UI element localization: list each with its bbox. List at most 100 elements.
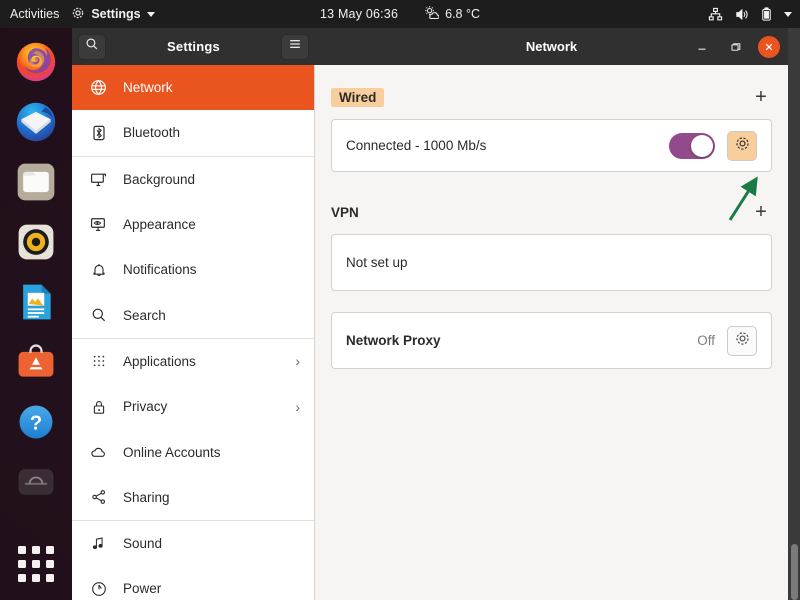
sidebar-item-bluetooth[interactable]: Bluetooth: [72, 110, 314, 155]
close-button[interactable]: [758, 35, 780, 58]
vpn-section-header: VPN +: [331, 200, 772, 224]
network-proxy-label: Network Proxy: [346, 333, 441, 348]
firefox-icon: [16, 42, 56, 82]
search-icon: [90, 307, 107, 324]
sidebar-item-notifications[interactable]: Notifications: [72, 247, 314, 292]
help-icon: ?: [19, 405, 53, 439]
cloud-icon: [90, 444, 107, 461]
dock-item-trash[interactable]: [12, 458, 60, 506]
svg-text:?: ?: [30, 412, 42, 434]
weather-indicator[interactable]: 6.8 °C: [424, 5, 480, 23]
settings-sidebar: Network Bluetooth Background Appearance …: [72, 65, 315, 600]
sidebar-item-background[interactable]: Background: [72, 157, 314, 202]
gear-icon: [734, 135, 751, 157]
system-status-area[interactable]: [708, 0, 792, 28]
sidebar-item-sharing[interactable]: Sharing: [72, 475, 314, 520]
vpn-row[interactable]: Not set up: [331, 234, 772, 291]
clock[interactable]: 13 May 06:36: [320, 7, 398, 21]
network-proxy-row: Network Proxy Off: [331, 312, 772, 369]
dock-item-ubuntu-software[interactable]: [12, 338, 60, 386]
sidebar-item-search[interactable]: Search: [72, 292, 314, 337]
share-icon: [90, 489, 107, 506]
sidebar-item-label: Bluetooth: [123, 125, 181, 141]
trash-icon: [18, 469, 54, 495]
minimize-button[interactable]: [692, 37, 712, 57]
sidebar-item-online-accounts[interactable]: Online Accounts: [72, 429, 314, 474]
dock-item-help[interactable]: ?: [12, 398, 60, 446]
maximize-button[interactable]: [725, 37, 745, 57]
dock-item-libreoffice-writer[interactable]: [12, 278, 60, 326]
sidebar-item-sound[interactable]: Sound: [72, 521, 314, 566]
desktop-right-strip: [788, 28, 800, 600]
bluetooth-icon: [90, 124, 107, 141]
appearance-icon: [90, 216, 107, 233]
sidebar-item-privacy[interactable]: Privacy ›: [72, 384, 314, 429]
sidebar-title: Settings: [167, 39, 220, 54]
gear-icon: [734, 330, 751, 352]
files-icon: [17, 163, 55, 201]
sidebar-item-applications[interactable]: Applications ›: [72, 339, 314, 384]
globe-icon: [90, 79, 107, 96]
sidebar-item-label: Power: [123, 581, 162, 597]
app-menu-button[interactable]: Settings: [71, 6, 155, 23]
sidebar-item-label: Online Accounts: [123, 444, 221, 460]
content-headerbar: Network: [315, 28, 788, 65]
sidebar-item-label: Sound: [123, 536, 163, 552]
close-icon: [765, 43, 773, 50]
scrollbar-thumb[interactable]: [791, 544, 798, 600]
chevron-right-icon: ›: [295, 353, 300, 370]
sidebar-item-label: Sharing: [123, 489, 170, 505]
wired-connection-row: Connected - 1000 Mb/s: [331, 119, 772, 172]
wired-toggle-switch[interactable]: [669, 132, 715, 159]
sidebar-item-label: Search: [123, 307, 166, 323]
libreoffice-writer-icon: [23, 284, 51, 320]
sidebar-item-network[interactable]: Network: [72, 65, 314, 111]
vpn-status-label: Not set up: [346, 255, 408, 270]
network-proxy-settings-button[interactable]: [727, 325, 757, 356]
settings-gear-icon: [71, 6, 85, 23]
window-titlebar: Settings Network: [72, 28, 788, 65]
search-button[interactable]: [78, 33, 106, 60]
caret-down-icon[interactable]: [784, 11, 792, 17]
gnome-top-bar: Activities Settings 13 May 06:36 6.8 °C: [0, 0, 800, 28]
network-proxy-value: Off: [697, 333, 715, 348]
sidebar-item-label: Background: [123, 171, 196, 187]
music-note-icon: [90, 535, 107, 552]
add-vpn-button[interactable]: +: [750, 202, 772, 222]
dock-item-firefox[interactable]: [12, 38, 60, 86]
power-icon: [90, 580, 107, 597]
wired-settings-button[interactable]: [727, 130, 757, 161]
ubuntu-software-icon: [18, 344, 54, 377]
sidebar-item-label: Appearance: [123, 217, 196, 233]
partly-sunny-icon: [424, 5, 440, 23]
grid-dots-icon: [90, 353, 107, 370]
search-icon: [85, 37, 99, 56]
weather-temperature: 6.8 °C: [445, 7, 481, 21]
battery-icon: [760, 6, 773, 22]
sidebar-item-power[interactable]: Power: [72, 566, 314, 600]
sidebar-item-appearance[interactable]: Appearance: [72, 202, 314, 247]
activities-button[interactable]: Activities: [0, 7, 71, 21]
settings-window: Settings Network Network Bluetooth Backg…: [72, 28, 788, 600]
wired-section-title: Wired: [331, 87, 385, 107]
wired-section-header: Wired +: [331, 85, 772, 109]
menu-button[interactable]: [280, 33, 309, 60]
ubuntu-dock: ?: [0, 28, 72, 600]
window-body: Network Bluetooth Background Appearance …: [72, 65, 788, 600]
window-controls: [692, 28, 780, 65]
wired-status-label: Connected - 1000 Mb/s: [346, 138, 487, 153]
add-wired-connection-button[interactable]: +: [750, 87, 772, 107]
sidebar-headerbar: Settings: [72, 28, 315, 65]
dock-item-rhythmbox[interactable]: [12, 218, 60, 266]
bell-icon: [90, 261, 107, 278]
dock-item-thunderbird[interactable]: [12, 98, 60, 146]
sidebar-item-label: Network: [123, 80, 173, 96]
sidebar-item-label: Privacy: [123, 399, 168, 415]
volume-icon: [734, 7, 749, 22]
show-applications-button[interactable]: [12, 540, 60, 588]
dock-item-files[interactable]: [12, 158, 60, 206]
toggle-knob: [691, 134, 713, 157]
window-title: Network: [525, 39, 578, 54]
network-wired-icon: [708, 7, 723, 22]
vpn-section-title: VPN: [331, 204, 359, 220]
